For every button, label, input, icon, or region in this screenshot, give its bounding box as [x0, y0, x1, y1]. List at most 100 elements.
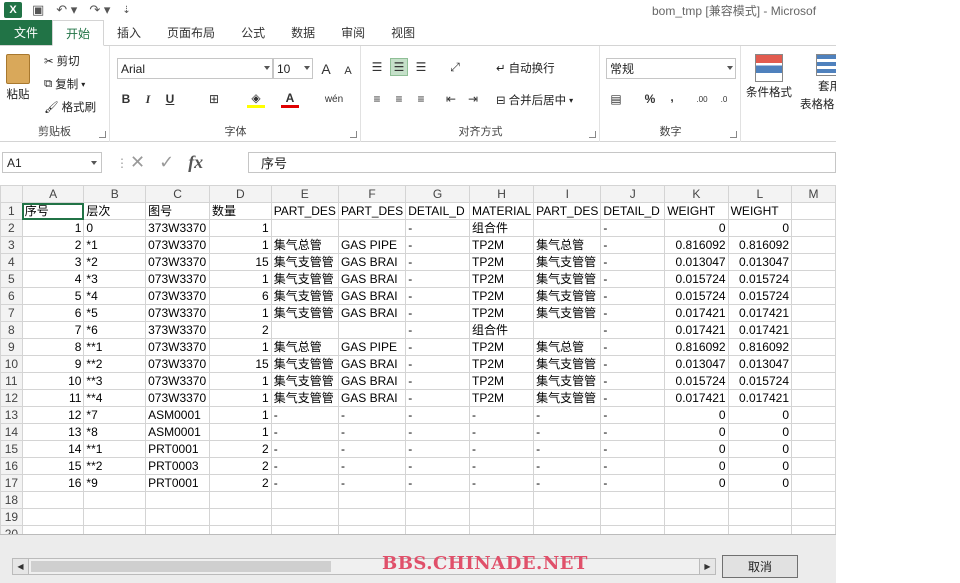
cell-l8[interactable]: 0.017421	[727, 321, 793, 339]
row-header[interactable]: 8	[0, 321, 23, 339]
percent-button[interactable]: %	[641, 90, 659, 108]
cell-f3[interactable]: GAS PIPE	[337, 236, 407, 254]
font-size-select[interactable]: 10	[273, 58, 313, 79]
cell-l12[interactable]: 0.017421	[727, 389, 793, 407]
align-center-icon[interactable]: ≡	[390, 90, 408, 108]
cell-b14[interactable]: *8	[83, 423, 147, 441]
cell-e11[interactable]: 集气支管管	[270, 372, 339, 390]
comma-button[interactable]: ,	[663, 88, 681, 106]
customize-qat-icon[interactable]: ⇣	[122, 5, 130, 16]
cell-m16[interactable]	[791, 457, 836, 475]
cell-k17[interactable]: 0	[664, 474, 729, 492]
cell-j11[interactable]: -	[600, 372, 666, 390]
cell-i13[interactable]: -	[533, 406, 602, 424]
underline-button[interactable]: U	[161, 90, 179, 108]
name-box[interactable]: A1	[2, 152, 102, 173]
cell-d5[interactable]: 1	[209, 270, 272, 288]
cell-b4[interactable]: *2	[83, 253, 147, 271]
cell-h4[interactable]: TP2M	[469, 253, 535, 271]
cell-l13[interactable]: 0	[727, 406, 793, 424]
cell-m9[interactable]	[791, 338, 836, 356]
cell-d9[interactable]: 1	[209, 338, 272, 356]
cell-b3[interactable]: *1	[83, 236, 147, 254]
orientation-icon[interactable]: ⤢	[446, 58, 464, 76]
cell-m17[interactable]	[791, 474, 836, 492]
cell-k13[interactable]: 0	[664, 406, 729, 424]
cell-c10[interactable]: 073W3370	[145, 355, 211, 373]
tab-review[interactable]: 审阅	[328, 20, 378, 45]
tab-home[interactable]: 开始	[52, 20, 105, 46]
column-header-b[interactable]: B	[83, 185, 147, 203]
cell-i6[interactable]: 集气支管管	[533, 287, 602, 305]
cell-i1[interactable]: PART_DES	[533, 202, 602, 220]
row-header[interactable]: 12	[0, 389, 23, 407]
column-header-a[interactable]: A	[21, 185, 85, 203]
cell-a2[interactable]: 1	[21, 219, 85, 237]
cell-b16[interactable]: **2	[83, 457, 147, 475]
row-header[interactable]: 18	[0, 491, 23, 509]
cell-c19[interactable]	[145, 508, 211, 526]
cell-b15[interactable]: **1	[83, 440, 147, 458]
cell-g11[interactable]: -	[405, 372, 471, 390]
cell-b2[interactable]: 0	[83, 219, 147, 237]
cell-k6[interactable]: 0.015724	[664, 287, 729, 305]
redo-icon[interactable]: ↷ ▾	[89, 2, 110, 18]
cell-f15[interactable]: -	[337, 440, 407, 458]
cell-h7[interactable]: TP2M	[469, 304, 535, 322]
cell-b5[interactable]: *3	[83, 270, 147, 288]
cell-m4[interactable]	[791, 253, 836, 271]
cell-b8[interactable]: *6	[83, 321, 147, 339]
cell-f13[interactable]: -	[337, 406, 407, 424]
cell-i2[interactable]	[533, 219, 602, 237]
cell-c5[interactable]: 073W3370	[145, 270, 211, 288]
cell-k3[interactable]: 0.816092	[664, 236, 729, 254]
cell-a7[interactable]: 6	[21, 304, 85, 322]
cell-a6[interactable]: 5	[21, 287, 85, 305]
row-header[interactable]: 7	[0, 304, 23, 322]
cell-d1[interactable]: 数量	[209, 202, 272, 220]
cell-c13[interactable]: ASM0001	[145, 406, 211, 424]
cell-h3[interactable]: TP2M	[469, 236, 535, 254]
cell-c3[interactable]: 073W3370	[145, 236, 211, 254]
cell-k1[interactable]: WEIGHT	[664, 202, 729, 220]
cell-f12[interactable]: GAS BRAI	[337, 389, 407, 407]
cell-a3[interactable]: 2	[21, 236, 85, 254]
cell-k16[interactable]: 0	[664, 457, 729, 475]
cell-j8[interactable]: -	[600, 321, 666, 339]
horizontal-scrollbar[interactable]: ◀ ▶	[12, 558, 716, 575]
cell-j7[interactable]: -	[600, 304, 666, 322]
row-header[interactable]: 17	[0, 474, 23, 492]
cell-f6[interactable]: GAS BRAI	[337, 287, 407, 305]
cell-d7[interactable]: 1	[209, 304, 272, 322]
tab-data[interactable]: 数据	[278, 20, 328, 45]
cell-g1[interactable]: DETAIL_D	[405, 202, 471, 220]
cell-a10[interactable]: 9	[21, 355, 85, 373]
cell-b18[interactable]	[83, 491, 147, 509]
column-header-m[interactable]: M	[791, 185, 836, 203]
cell-g14[interactable]: -	[405, 423, 471, 441]
cell-g15[interactable]: -	[405, 440, 471, 458]
cell-h5[interactable]: TP2M	[469, 270, 535, 288]
cell-f8[interactable]	[337, 321, 407, 339]
cell-a14[interactable]: 13	[21, 423, 85, 441]
cell-e4[interactable]: 集气支管管	[270, 253, 339, 271]
row-header[interactable]: 3	[0, 236, 23, 254]
cell-a15[interactable]: 14	[21, 440, 85, 458]
cell-m13[interactable]	[791, 406, 836, 424]
cell-i15[interactable]: -	[533, 440, 602, 458]
cell-g5[interactable]: -	[405, 270, 471, 288]
cell-e10[interactable]: 集气支管管	[270, 355, 339, 373]
cell-d18[interactable]	[209, 491, 272, 509]
cell-m18[interactable]	[791, 491, 836, 509]
cell-i14[interactable]: -	[533, 423, 602, 441]
cell-e5[interactable]: 集气支管管	[270, 270, 339, 288]
cell-a12[interactable]: 11	[21, 389, 85, 407]
format-painter-button[interactable]: 🖌 格式刷	[44, 99, 96, 115]
row-header[interactable]: 1	[0, 202, 23, 220]
cell-e15[interactable]: -	[270, 440, 339, 458]
cell-a11[interactable]: 10	[21, 372, 85, 390]
cell-k7[interactable]: 0.017421	[664, 304, 729, 322]
cell-l11[interactable]: 0.015724	[727, 372, 793, 390]
cell-h11[interactable]: TP2M	[469, 372, 535, 390]
cell-l3[interactable]: 0.816092	[727, 236, 793, 254]
